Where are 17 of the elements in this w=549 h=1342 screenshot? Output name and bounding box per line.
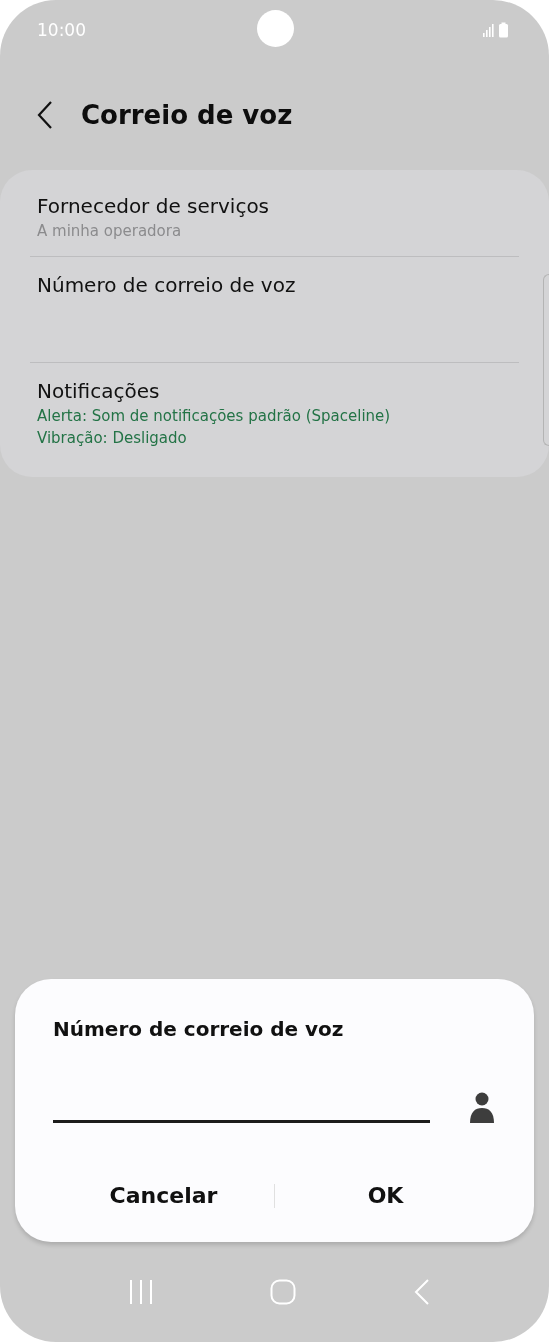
person-icon[interactable] (470, 1092, 494, 1123)
item-summary: A minha operadora (37, 222, 183, 240)
item-title: Notificações (37, 379, 161, 403)
item-title: Número de correio de voz (37, 273, 297, 297)
settings-item[interactable]: Fornecedor de serviços A minha operadora (30, 178, 519, 256)
item-title: Fornecedor de serviços (37, 194, 271, 218)
page-title: Correio de voz (81, 100, 293, 130)
back-icon[interactable] (37, 101, 53, 129)
status-icons-drawing (483, 22, 511, 38)
dialog-title: Número de correio de voz (53, 1017, 345, 1041)
settings-item[interactable]: Notificações Alerta: Som de notificações padrão (Spaceline) Vibração: Desligado (30, 362, 519, 463)
dialog-button[interactable]: OK (275, 1179, 496, 1212)
camera-cutout (257, 10, 294, 47)
settings-item[interactable]: Número de correio de voz (30, 256, 519, 362)
item-summary: Alerta: Som de notificações padrão (Spaceline) (37, 407, 392, 425)
dialog-button[interactable]: Cancelar (53, 1179, 274, 1212)
item-summary: Vibração: Desligado (37, 429, 188, 447)
